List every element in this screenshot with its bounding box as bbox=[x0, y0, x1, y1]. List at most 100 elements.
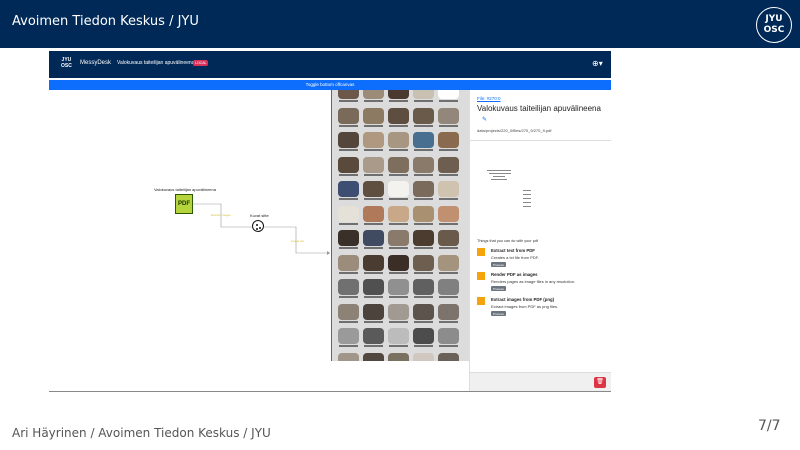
image-thumbnail[interactable] bbox=[438, 90, 459, 102]
thumbnail-image bbox=[413, 303, 434, 320]
image-thumbnail[interactable] bbox=[363, 279, 384, 298]
image-thumbnail[interactable] bbox=[338, 352, 359, 361]
image-thumbnail[interactable] bbox=[363, 328, 384, 347]
settings-menu-icon[interactable]: ⊕▾ bbox=[592, 59, 603, 68]
logo-line-2: OSC bbox=[763, 25, 785, 35]
action-description: Creates a txt file from PDF. bbox=[491, 255, 539, 260]
image-thumbnail[interactable] bbox=[413, 181, 434, 200]
image-thumbnail[interactable] bbox=[338, 181, 359, 200]
image-thumbnail[interactable] bbox=[363, 156, 384, 176]
thumbnail-caption bbox=[339, 320, 358, 323]
thumbnail-caption bbox=[389, 100, 408, 102]
image-thumbnail[interactable] bbox=[413, 156, 434, 176]
toggle-offcanvas-label: Toggle bottom offcanvas bbox=[305, 82, 355, 87]
image-thumbnail[interactable] bbox=[388, 132, 409, 151]
image-thumbnail[interactable] bbox=[438, 230, 459, 249]
app-logo[interactable]: JYU OSC bbox=[61, 57, 72, 69]
thumbnail-caption bbox=[339, 222, 358, 225]
image-thumbnail[interactable] bbox=[438, 181, 459, 200]
image-thumbnail[interactable] bbox=[413, 303, 434, 323]
process-button[interactable]: Process bbox=[491, 286, 506, 291]
thumbnail-caption bbox=[389, 296, 408, 298]
thumbnail-image bbox=[413, 181, 434, 197]
image-thumbnail[interactable] bbox=[388, 328, 409, 347]
image-thumbnail[interactable] bbox=[388, 181, 409, 200]
image-thumbnail[interactable] bbox=[413, 205, 434, 225]
image-thumbnail[interactable] bbox=[338, 132, 359, 151]
thumbnail-caption bbox=[389, 271, 408, 274]
pdf-file-icon[interactable]: PDF bbox=[175, 194, 193, 214]
image-thumbnail[interactable] bbox=[388, 303, 409, 323]
image-thumbnail[interactable] bbox=[388, 107, 409, 127]
image-thumbnail[interactable] bbox=[363, 107, 384, 127]
image-grid[interactable] bbox=[331, 90, 469, 361]
delete-button[interactable]: 🗑 bbox=[594, 377, 606, 388]
image-thumbnail[interactable] bbox=[388, 205, 409, 225]
image-thumbnail[interactable] bbox=[438, 132, 459, 151]
thumbnail-image bbox=[438, 107, 459, 124]
image-thumbnail[interactable] bbox=[363, 254, 384, 274]
image-thumbnail[interactable] bbox=[388, 352, 409, 361]
image-thumbnail[interactable] bbox=[438, 156, 459, 176]
thumbnail-caption bbox=[364, 173, 383, 176]
image-thumbnail[interactable] bbox=[363, 230, 384, 249]
image-thumbnail[interactable] bbox=[438, 254, 459, 274]
image-thumbnail[interactable] bbox=[438, 279, 459, 298]
image-thumbnail[interactable] bbox=[338, 156, 359, 176]
thumbnail-image bbox=[363, 303, 384, 320]
image-thumbnail[interactable] bbox=[363, 90, 384, 102]
thumbnail-caption bbox=[364, 345, 383, 347]
image-thumbnail[interactable] bbox=[363, 181, 384, 200]
thumbnail-caption bbox=[364, 149, 383, 151]
image-thumbnail[interactable] bbox=[438, 328, 459, 347]
image-thumbnail[interactable] bbox=[438, 303, 459, 323]
image-thumbnail[interactable] bbox=[388, 279, 409, 298]
image-thumbnail[interactable] bbox=[413, 230, 434, 249]
image-set-node-icon[interactable] bbox=[252, 220, 264, 232]
image-thumbnail[interactable] bbox=[388, 230, 409, 249]
image-thumbnail[interactable] bbox=[338, 254, 359, 274]
image-thumbnail[interactable] bbox=[413, 254, 434, 274]
image-thumbnail[interactable] bbox=[413, 328, 434, 347]
image-thumbnail[interactable] bbox=[338, 107, 359, 127]
image-thumbnail[interactable] bbox=[438, 352, 459, 361]
image-thumbnail[interactable] bbox=[388, 90, 409, 102]
action-description: Renders pages as image files in any reso… bbox=[491, 279, 576, 284]
image-thumbnail[interactable] bbox=[413, 107, 434, 127]
image-thumbnail[interactable] bbox=[338, 90, 359, 102]
app-brand[interactable]: MessyDesk bbox=[80, 60, 111, 66]
toggle-offcanvas-button[interactable]: Toggle bottom offcanvas bbox=[49, 80, 611, 90]
image-thumbnail[interactable] bbox=[363, 303, 384, 323]
image-thumbnail[interactable] bbox=[363, 352, 384, 361]
image-thumbnail[interactable] bbox=[438, 107, 459, 127]
image-thumbnail[interactable] bbox=[338, 230, 359, 249]
thumbnail-image bbox=[363, 279, 384, 295]
process-button[interactable]: Process bbox=[491, 262, 506, 267]
thumbnail-image bbox=[388, 90, 409, 99]
image-thumbnail[interactable] bbox=[363, 132, 384, 151]
thumbnail-caption bbox=[414, 100, 433, 102]
thumbnail-caption bbox=[414, 149, 433, 151]
image-thumbnail[interactable] bbox=[388, 254, 409, 274]
image-thumbnail[interactable] bbox=[413, 90, 434, 102]
image-thumbnail[interactable] bbox=[338, 279, 359, 298]
image-thumbnail[interactable] bbox=[438, 205, 459, 225]
thumbnail-image bbox=[388, 230, 409, 246]
process-button[interactable]: Process bbox=[491, 311, 506, 316]
thumbnail-caption bbox=[339, 124, 358, 127]
image-thumbnail[interactable] bbox=[338, 303, 359, 323]
app-navbar: JYU OSC MessyDesk Valokuvaus taiteilijan… bbox=[49, 51, 611, 78]
edit-pencil-icon[interactable]: ✎ bbox=[482, 116, 487, 123]
flow-canvas[interactable]: Valokuvaus taiteilijan apuvälineena PDF … bbox=[49, 90, 330, 391]
source-node-label: Valokuvaus taiteilijan apuvälineena bbox=[154, 187, 216, 192]
image-thumbnail[interactable] bbox=[338, 205, 359, 225]
image-thumbnail[interactable] bbox=[413, 279, 434, 298]
image-thumbnail[interactable] bbox=[363, 205, 384, 225]
image-thumbnail[interactable] bbox=[388, 156, 409, 176]
image-thumbnail[interactable] bbox=[413, 352, 434, 361]
thumbnail-image bbox=[413, 156, 434, 173]
image-thumbnail[interactable] bbox=[413, 132, 434, 151]
thumbnail-caption bbox=[389, 149, 408, 151]
file-id-link[interactable]: File: #270:0 bbox=[477, 96, 501, 101]
image-thumbnail[interactable] bbox=[338, 328, 359, 347]
